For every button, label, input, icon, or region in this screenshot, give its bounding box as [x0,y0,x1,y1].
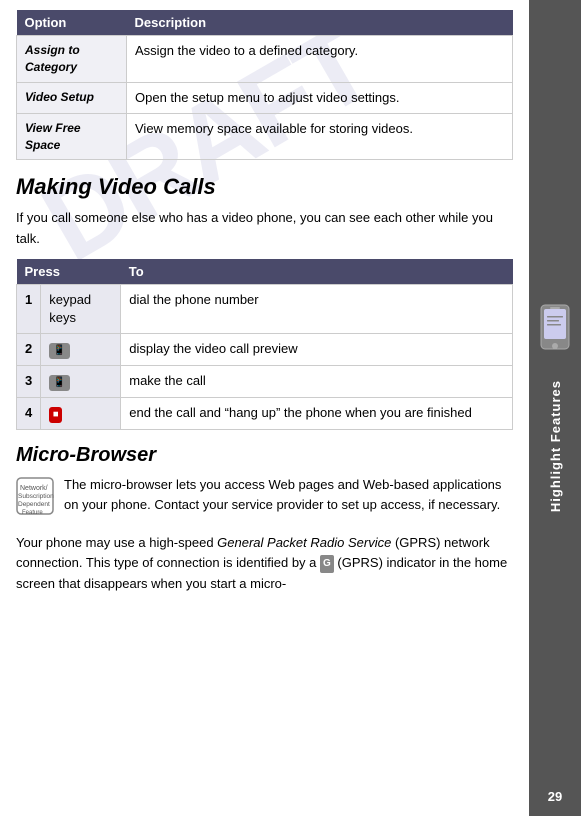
page-wrapper: DRAFT Option Description Assign to Categ… [0,0,581,816]
svg-text:Subscription: Subscription [18,493,54,500]
making-video-calls-heading: Making Video Calls [16,174,513,200]
action-description: display the video call preview [121,334,513,366]
action-description: dial the phone number [121,284,513,333]
svg-text:Dependent: Dependent [18,501,50,508]
step-number: 2 [17,334,41,366]
table-row: 2 📱 display the video call preview [17,334,513,366]
action-description: end the call and “hang up” the phone whe… [121,398,513,430]
description-cell: Open the setup menu to adjust video sett… [127,82,513,113]
network-note-row: Network/ Subscription Dependent Feature … [16,475,513,525]
sidebar: Highlight Features 29 [529,0,581,816]
svg-text:Network/: Network/ [20,485,48,492]
network-dependent-icon: Network/ Subscription Dependent Feature [16,477,54,515]
gprs-indicator-icon: G [320,555,334,573]
option-col-header: Option [17,10,127,36]
option-cell: Video Setup [17,82,127,113]
step-number: 3 [17,366,41,398]
option-cell: View Free Space [17,113,127,160]
table-row: 3 📱 make the call [17,366,513,398]
option-table: Option Description Assign to Category As… [16,10,513,160]
phone-icon [537,304,573,354]
end-key-icon: ⏹ [49,407,62,423]
svg-text:Feature: Feature [22,510,43,515]
press-key: keypad keys [41,284,121,333]
table-row: 4 ⏹ end the call and “hang up” the phone… [17,398,513,430]
table-row: Video Setup Open the setup menu to adjus… [17,82,513,113]
micro-browser-heading: Micro-Browser [16,444,513,467]
table-row: Assign to Category Assign the video to a… [17,36,513,83]
press-key: ⏹ [41,398,121,430]
option-cell: Assign to Category [17,36,127,83]
press-key: 📱 [41,334,121,366]
action-description: make the call [121,366,513,398]
main-content: DRAFT Option Description Assign to Categ… [0,0,529,816]
making-video-calls-intro: If you call someone else who has a video… [16,208,513,248]
sidebar-title: Highlight Features [548,380,563,512]
micro-browser-body: Your phone may use a high-speed General … [16,533,513,593]
step-number: 1 [17,284,41,333]
network-note-text: The micro-browser lets you access Web pa… [64,475,513,515]
description-col-header: Description [127,10,513,36]
to-col-header: To [121,259,513,285]
table-row: View Free Space View memory space availa… [17,113,513,160]
press-col-header: Press [17,259,121,285]
page-number: 29 [548,789,562,804]
press-table: Press To 1 keypad keys dial the phone nu… [16,259,513,430]
press-key: 📱 [41,366,121,398]
call-key-icon: 📱 [49,375,69,391]
call-key-icon: 📱 [49,343,69,359]
table-row: 1 keypad keys dial the phone number [17,284,513,333]
description-cell: View memory space available for storing … [127,113,513,160]
description-cell: Assign the video to a defined category. [127,36,513,83]
step-number: 4 [17,398,41,430]
